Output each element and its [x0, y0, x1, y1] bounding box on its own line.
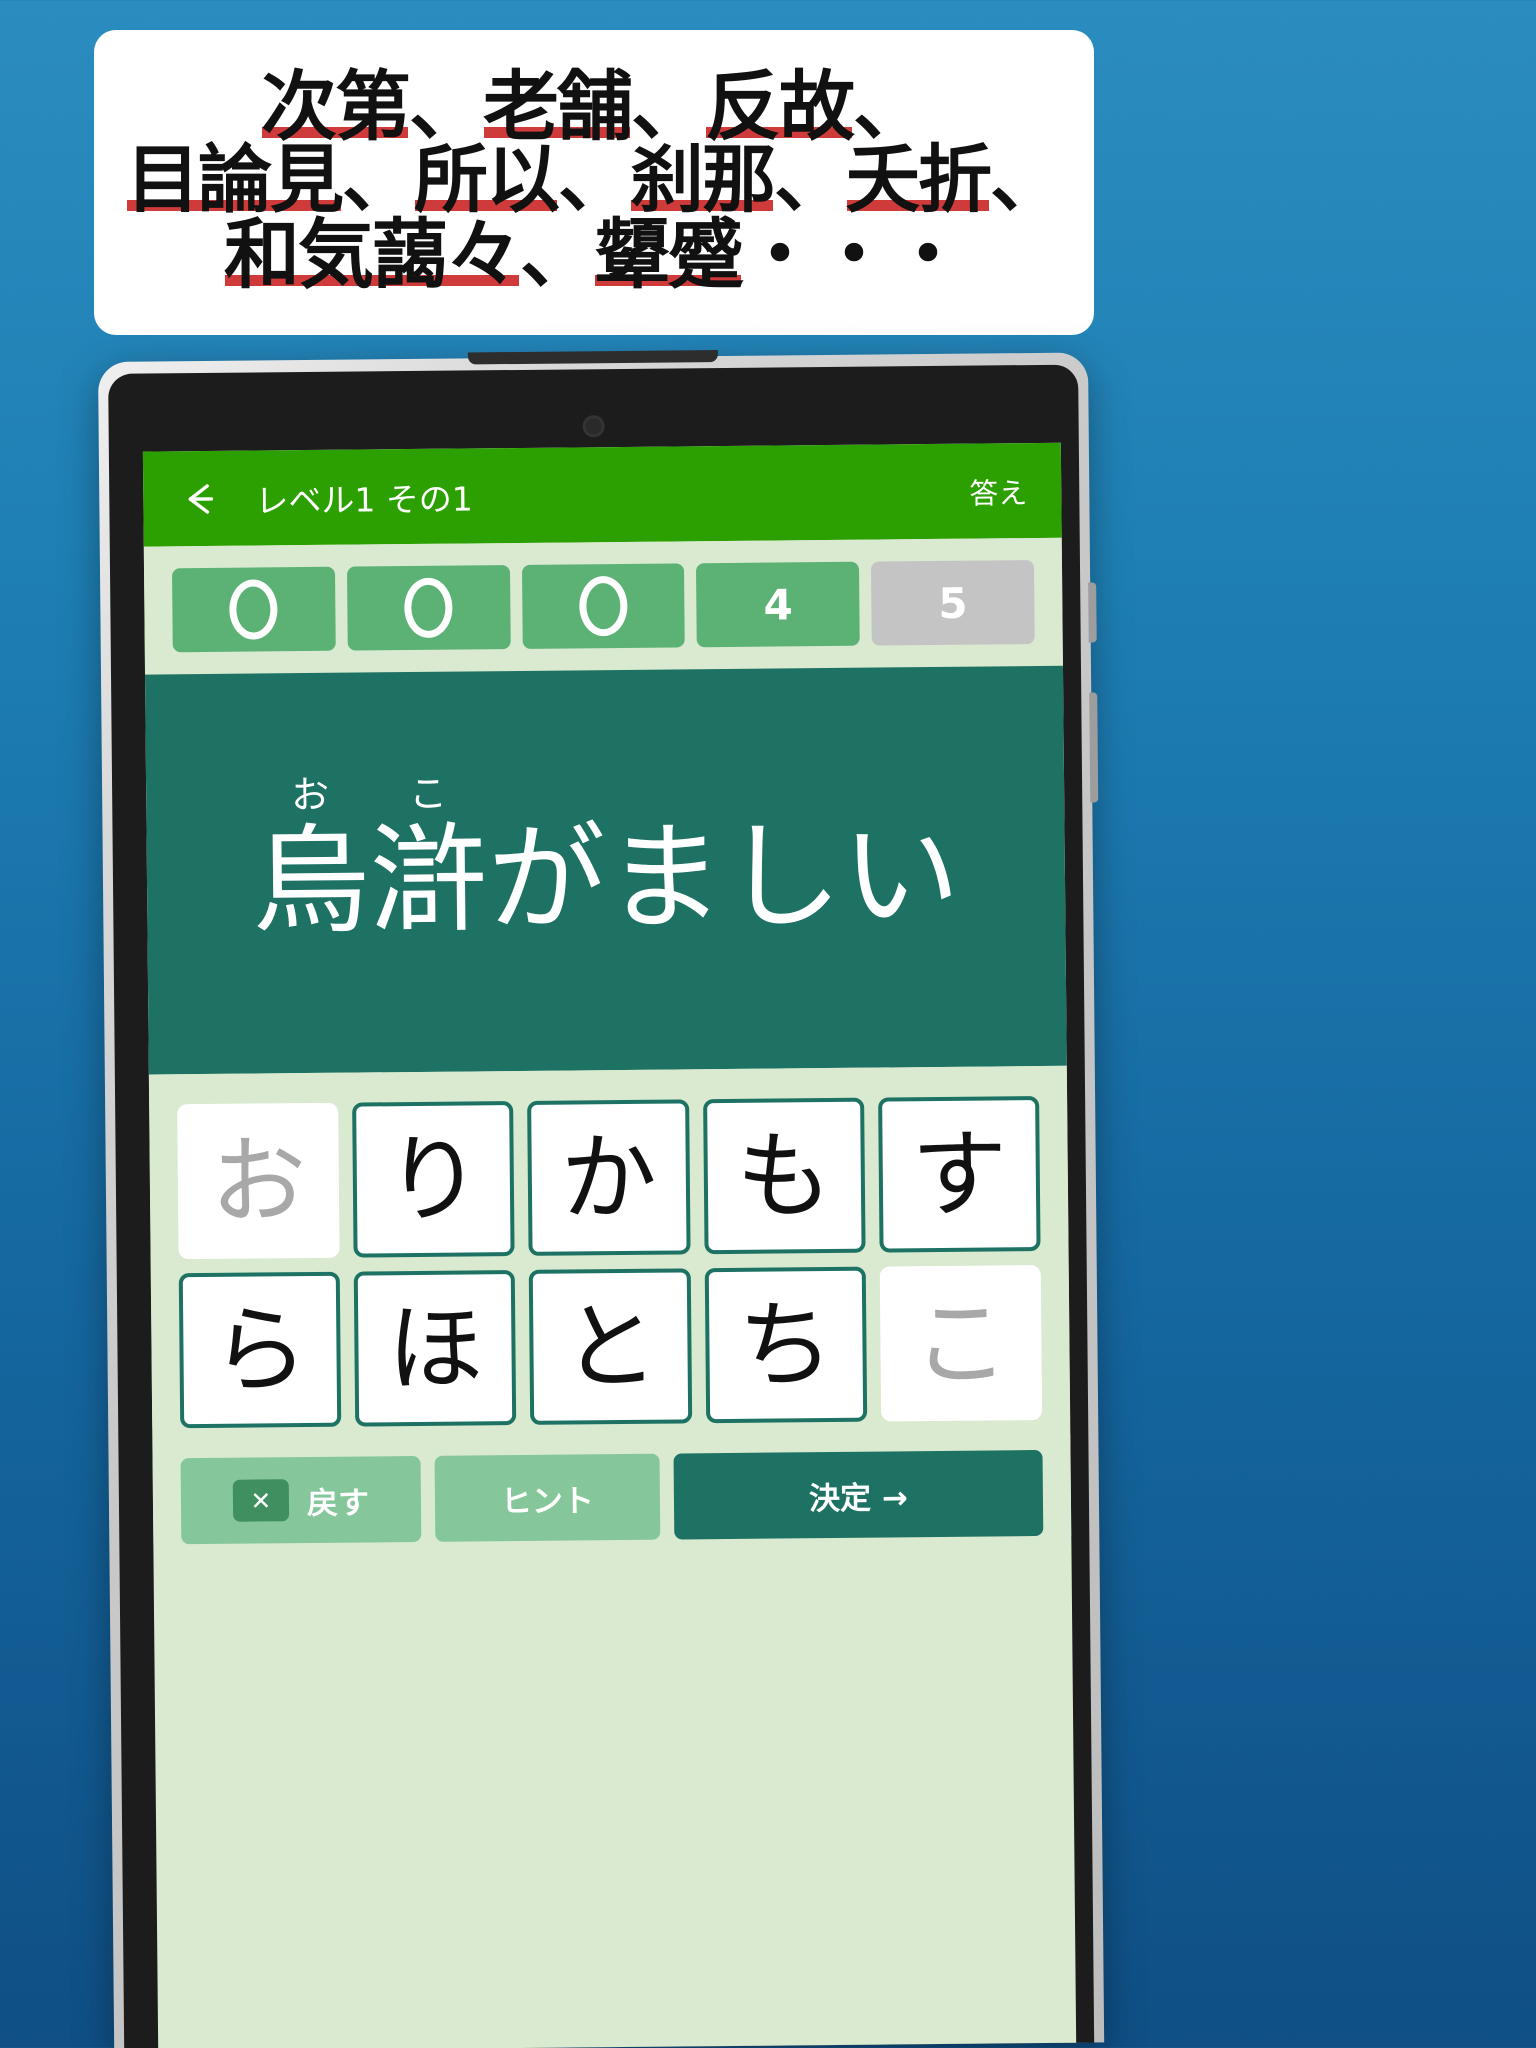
kana-tile[interactable]: ほ [353, 1270, 517, 1427]
headline-segment: 顰蹙 [594, 210, 744, 300]
front-camera-icon [582, 415, 605, 438]
kana-tile[interactable]: ち [704, 1266, 868, 1424]
ruby-character: お烏 [251, 772, 371, 951]
hint-button[interactable]: ヒント [434, 1453, 661, 1542]
page-title: レベル1 その1 [255, 478, 473, 520]
headline-segment: 、 [990, 136, 1064, 223]
headline-segment: 和気藹々 [224, 210, 522, 300]
tile-keyboard: おりかもすらほとちこ [148, 1065, 1071, 1429]
kana-tile[interactable]: と [529, 1268, 692, 1425]
tile-row: おりかもす [177, 1096, 1041, 1260]
headline-segment: 、 [631, 61, 707, 151]
kana-tile[interactable]: す [877, 1096, 1041, 1253]
kana-tile[interactable]: か [527, 1099, 691, 1256]
kana-tile[interactable]: こ [879, 1264, 1043, 1422]
progress-chip[interactable] [346, 565, 511, 651]
device-notch [467, 350, 719, 365]
kana-tile[interactable]: り [352, 1101, 516, 1258]
furigana-text: こ [408, 771, 448, 817]
progress-chip[interactable] [171, 566, 336, 653]
answer-button[interactable]: 答え [969, 470, 1027, 513]
headline-segment: 、 [774, 136, 848, 223]
headline-segment: 、 [342, 136, 416, 223]
ruby-character: こ滸 [369, 771, 489, 950]
kana-tile[interactable]: も [702, 1097, 866, 1255]
headline-line-2: 目論見、所以、刹那、夭折、 [126, 136, 1064, 223]
hint-button-label: ヒント [500, 1482, 595, 1520]
submit-button-label: 決定 → [808, 1479, 909, 1517]
headline-segment: 老舗 [483, 61, 633, 151]
headline-segment: 、 [520, 210, 596, 300]
headline-segment: 次第 [261, 61, 411, 151]
power-button[interactable] [1088, 582, 1097, 643]
app-screen: レベル1 その1 答え 45 お烏こ滸がましい おりかもすらほとちこ ✕ 戻す … [142, 442, 1077, 2048]
question-tail-text: がましい [487, 805, 961, 949]
kana-tile[interactable]: お [177, 1102, 340, 1260]
ruby-group: お烏こ滸 [251, 771, 489, 951]
kanji-text: 滸 [369, 810, 489, 950]
headline-line-3: 和気藹々、顰蹙 ・・・ [224, 210, 966, 300]
headline-segment: 反故 [705, 61, 855, 151]
arrow-left-icon[interactable] [177, 475, 223, 521]
progress-chip[interactable] [521, 563, 686, 649]
question-panel: お烏こ滸がましい [145, 665, 1067, 1075]
furigana-text: お [290, 772, 330, 818]
tile-row: らほとちこ [178, 1264, 1043, 1429]
kana-tile[interactable]: ら [178, 1271, 342, 1429]
question-word: お烏こ滸がましい [251, 770, 961, 951]
backspace-icon: ✕ [232, 1479, 290, 1522]
tablet-device: レベル1 その1 答え 45 お烏こ滸がましい おりかもすらほとちこ ✕ 戻す … [98, 350, 1105, 2048]
submit-button[interactable]: 決定 → [673, 1449, 1044, 1540]
headline-segment: 所以 [414, 136, 560, 223]
headline-card: 次第、老舗、反故、 目論見、所以、刹那、夭折、 和気藹々、顰蹙 ・・・ [94, 30, 1094, 335]
headline-segment: 目論見 [126, 136, 344, 223]
undo-button[interactable]: ✕ 戻す [180, 1455, 422, 1545]
kanji-text: 烏 [251, 811, 371, 951]
undo-button-label: 戻す [306, 1484, 370, 1522]
action-bar: ✕ 戻す ヒント 決定 → [152, 1433, 1072, 1545]
tablet-bezel: レベル1 その1 答え 45 お烏こ滸がましい おりかもすらほとちこ ✕ 戻す … [108, 364, 1095, 2048]
progress-chip[interactable]: 4 [696, 561, 860, 648]
app-bar: レベル1 その1 答え [142, 442, 1062, 547]
headline-line-1: 次第、老舗、反故、 [261, 61, 929, 151]
headline-segment: 夭折 [846, 136, 992, 223]
headline-segment: 、 [853, 61, 929, 151]
volume-button[interactable] [1089, 692, 1099, 803]
headline-segment: ・・・ [742, 210, 966, 300]
headline-segment: 、 [558, 136, 632, 223]
progress-chip-row: 45 [143, 537, 1063, 675]
progress-chip[interactable]: 5 [871, 560, 1035, 646]
headline-segment: 刹那 [630, 136, 776, 223]
headline-segment: 、 [409, 61, 485, 151]
